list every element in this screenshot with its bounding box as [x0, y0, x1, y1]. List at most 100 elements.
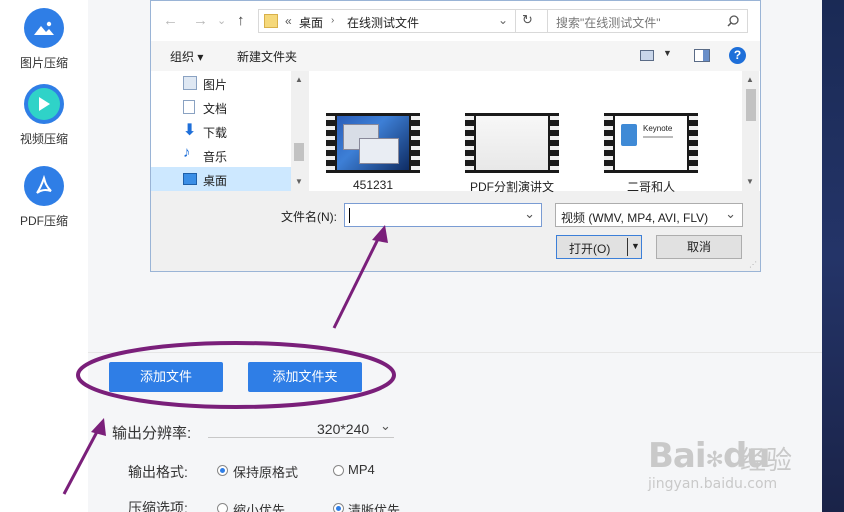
- file-open-dialog: ← → ⌄ ↑ « 桌面 › 在线测试文件 ⌄ ↻ 搜索"在线测试文件" 组织 …: [150, 0, 761, 272]
- compress-label: 压缩选项:: [128, 500, 188, 512]
- breadcrumb-separator-icon: ›: [331, 15, 335, 26]
- breadcrumb-desktop[interactable]: 桌面: [299, 14, 323, 31]
- dialog-toolbar: 组织 ▾ 新建文件夹 ▼ ?: [151, 41, 760, 71]
- back-arrow-icon[interactable]: ←: [163, 12, 178, 29]
- sidebar-item-label: PDF压缩: [19, 214, 68, 228]
- scroll-down-icon[interactable]: ▼: [295, 177, 303, 186]
- video-thumbnail: [326, 113, 420, 173]
- thumb-text: Keynote: [643, 124, 673, 133]
- sidebar-item-label: 图片压缩: [19, 56, 68, 70]
- watermark-text: 经验: [740, 446, 793, 476]
- sidebar-item-video-compress[interactable]: 视频压缩: [0, 84, 88, 147]
- file-pane: 451231 PDF分割演讲文 Keynote 二哥和人 ▲ ▼: [309, 71, 760, 194]
- paw-icon: ✻: [705, 448, 724, 473]
- separator: [515, 10, 516, 32]
- nav-item-music[interactable]: ♪ 音乐: [151, 143, 291, 167]
- refresh-icon[interactable]: ↻: [522, 12, 533, 28]
- radio-label: 保持原格式: [233, 465, 299, 480]
- desktop-icon: [183, 173, 197, 185]
- resolution-select[interactable]: 320*240 ⌄: [208, 418, 394, 438]
- view-icon[interactable]: [640, 50, 654, 61]
- divider: [88, 352, 822, 353]
- radio-clarity-first[interactable]: [333, 503, 344, 512]
- search-icon: [727, 15, 739, 27]
- add-file-button[interactable]: 添加文件: [109, 362, 223, 392]
- radio-mp4[interactable]: [333, 465, 344, 476]
- file-item[interactable]: 451231: [325, 113, 421, 192]
- file-name: 二哥和人: [626, 180, 675, 194]
- background-strip: [822, 0, 844, 512]
- filetype-value: 视频 (WMV, MP4, AVI, FLV): [561, 211, 709, 225]
- image-icon: [24, 8, 64, 48]
- scroll-up-icon[interactable]: ▲: [746, 75, 754, 84]
- address-row: ← → ⌄ ↑ « 桌面 › 在线测试文件 ⌄ ↻ 搜索"在线测试文件": [151, 1, 760, 41]
- chevron-down-icon[interactable]: ▼: [663, 48, 672, 58]
- search-placeholder: 搜索"在线测试文件": [556, 16, 661, 30]
- search-input[interactable]: 搜索"在线测试文件": [547, 9, 748, 33]
- music-icon: ♪: [183, 144, 191, 161]
- nav-item-label: 音乐: [203, 150, 228, 164]
- radio-label: 缩小优先: [233, 503, 286, 512]
- file-item[interactable]: PDF分割演讲文: [464, 113, 560, 195]
- filename-label: 文件名(N):: [281, 210, 337, 224]
- forward-arrow-icon[interactable]: →: [193, 12, 208, 29]
- navigation-pane: 图片 文档 ⬇ 下载 ♪ 音乐 桌面 ▲ ▼: [151, 71, 307, 191]
- file-name: PDF分割演讲文: [469, 180, 554, 194]
- nav-item-label: 桌面: [203, 174, 228, 188]
- file-scrollbar[interactable]: ▲ ▼: [742, 71, 759, 191]
- scroll-down-icon[interactable]: ▼: [746, 177, 754, 186]
- folder-icon: [264, 14, 278, 28]
- up-arrow-icon[interactable]: ↑: [237, 12, 245, 29]
- play-icon: [24, 84, 64, 124]
- chevron-down-icon[interactable]: ⌄: [524, 206, 535, 222]
- filetype-select[interactable]: 视频 (WMV, MP4, AVI, FLV) ⌄: [555, 203, 743, 227]
- resolution-value: 320*240: [317, 421, 370, 437]
- new-folder-button[interactable]: 新建文件夹: [237, 48, 297, 65]
- scroll-up-icon[interactable]: ▲: [295, 75, 303, 84]
- nav-item-pictures[interactable]: 图片: [151, 71, 291, 95]
- radio-label: MP4: [348, 462, 375, 477]
- video-thumbnail: [465, 113, 559, 173]
- nav-item-label: 文档: [203, 102, 228, 116]
- cancel-button-label: 取消: [686, 240, 711, 254]
- cancel-button[interactable]: 取消: [656, 235, 742, 259]
- open-button[interactable]: 打开(O) ▼: [556, 235, 642, 259]
- file-scroll-thumb[interactable]: [746, 89, 756, 121]
- format-label: 输出格式:: [128, 464, 188, 480]
- breadcrumb-prefix[interactable]: «: [285, 14, 292, 28]
- preview-pane-icon[interactable]: [694, 49, 710, 62]
- file-item[interactable]: Keynote 二哥和人: [603, 113, 699, 195]
- radio-size-first[interactable]: [217, 503, 228, 512]
- nav-scroll-thumb[interactable]: [294, 143, 304, 161]
- watermark-url: jingyan.baidu.com: [648, 476, 778, 492]
- keynote-logo-icon: [621, 124, 637, 146]
- nav-item-downloads[interactable]: ⬇ 下载: [151, 119, 291, 143]
- chevron-down-icon[interactable]: ⌄: [725, 206, 736, 222]
- organize-menu[interactable]: 组织 ▾: [170, 48, 203, 65]
- nav-item-desktop[interactable]: 桌面: [151, 167, 291, 191]
- chevron-down-icon[interactable]: ⌄: [498, 13, 508, 27]
- nav-item-label: 图片: [203, 78, 228, 92]
- pictures-icon: [183, 76, 197, 90]
- help-icon[interactable]: ?: [729, 47, 746, 64]
- nav-scrollbar[interactable]: ▲ ▼: [291, 71, 307, 191]
- add-folder-button[interactable]: 添加文件夹: [248, 362, 362, 392]
- chevron-down-icon[interactable]: ⌄: [217, 14, 226, 27]
- radio-keep-format[interactable]: [217, 465, 228, 476]
- sidebar-item-image-compress[interactable]: 图片压缩: [0, 8, 88, 71]
- filename-input[interactable]: ⌄: [344, 203, 542, 227]
- text-cursor: [349, 208, 350, 223]
- chevron-down-icon[interactable]: ▼: [631, 241, 640, 251]
- documents-icon: [183, 100, 195, 114]
- sidebar-item-pdf-compress[interactable]: PDF压缩: [0, 166, 88, 229]
- radio-label: 清晰优先: [348, 503, 401, 512]
- nav-item-documents[interactable]: 文档: [151, 95, 291, 119]
- app-sidebar: 图片压缩 视频压缩 PDF压缩: [0, 0, 88, 512]
- breadcrumb-folder[interactable]: 在线测试文件: [347, 14, 419, 31]
- pdf-icon: [24, 166, 64, 206]
- file-name: 451231: [352, 178, 394, 192]
- nav-item-label: 下载: [203, 126, 228, 140]
- resize-grip-icon[interactable]: ⋰: [749, 260, 757, 269]
- open-button-label: 打开(O): [569, 242, 611, 256]
- chevron-down-icon[interactable]: ⌄: [380, 418, 391, 434]
